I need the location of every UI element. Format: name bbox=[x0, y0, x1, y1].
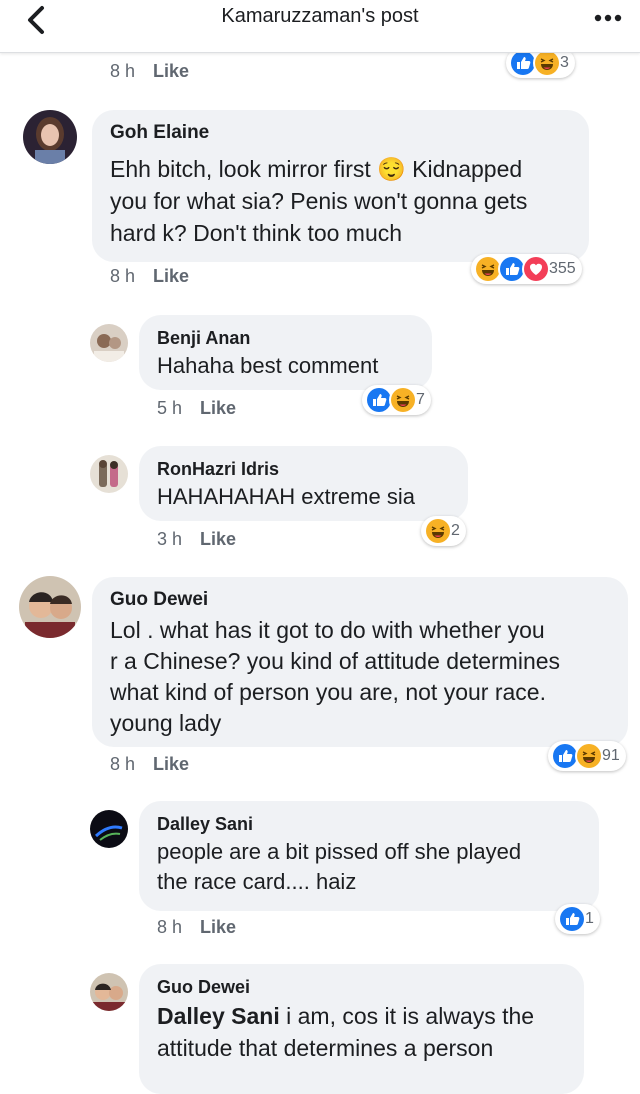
comment-line: people are a bit pissed off she played bbox=[157, 839, 522, 864]
comment-meta: 3 h Like bbox=[157, 529, 236, 550]
comment-bubble: Guo Dewei Dalley Sani i am, cos it is al… bbox=[139, 964, 584, 1094]
haha-reaction-icon bbox=[533, 49, 561, 77]
comment-line: HAHAHAHAH extreme sia bbox=[157, 484, 415, 509]
more-options-button[interactable] bbox=[592, 8, 626, 28]
comment-meta: 8 h Like bbox=[110, 754, 189, 775]
comment-time: 8 h bbox=[110, 61, 136, 81]
avatar[interactable] bbox=[23, 110, 77, 164]
comment-line: Hahaha best comment bbox=[157, 353, 379, 378]
comment-meta: 8 h Like bbox=[157, 917, 236, 938]
avatar[interactable] bbox=[90, 973, 128, 1011]
reaction-count: 3 bbox=[560, 54, 569, 71]
comment-author[interactable]: Goh Elaine bbox=[110, 122, 571, 144]
comment-author[interactable]: Dalley Sani bbox=[157, 814, 581, 835]
comment-text: Hahaha best comment bbox=[157, 351, 414, 381]
like-button[interactable]: Like bbox=[153, 754, 189, 774]
comment-text: Ehh bitch, look mirror first 😌 Kidnapped… bbox=[110, 153, 571, 249]
comment-bubble: RonHazri Idris HAHAHAHAH extreme sia bbox=[139, 446, 468, 521]
reaction-count: 2 bbox=[451, 522, 460, 539]
comment-line: young lady bbox=[110, 710, 222, 736]
comment-meta: 5 h Like bbox=[157, 398, 236, 419]
comment-line: hard k? Don't think too much bbox=[110, 220, 403, 246]
comment-line: Dalley Sani i am, cos it is always the bbox=[157, 1000, 566, 1032]
love-reaction-icon bbox=[522, 255, 550, 283]
comment-text: Dalley Sani i am, cos it is always the a… bbox=[157, 1000, 566, 1064]
avatar[interactable] bbox=[90, 455, 128, 493]
comment-line: attitude that determines a person bbox=[157, 1035, 494, 1061]
comment-meta: 8 h Like bbox=[110, 266, 189, 287]
avatar[interactable] bbox=[90, 324, 128, 362]
comment-author[interactable]: Guo Dewei bbox=[110, 589, 610, 611]
comment-time: 8 h bbox=[157, 917, 183, 937]
reaction-count: 7 bbox=[416, 391, 425, 408]
reaction-count: 91 bbox=[602, 747, 620, 764]
comment-author[interactable]: Benji Anan bbox=[157, 328, 414, 349]
reaction-summary[interactable]: 1 bbox=[555, 904, 600, 934]
comment-line: what kind of person you are, not your ra… bbox=[110, 679, 546, 705]
comment-line: the race card.... haiz bbox=[157, 869, 357, 894]
reaction-count: 355 bbox=[549, 260, 576, 277]
haha-reaction-icon bbox=[575, 742, 603, 770]
reaction-summary[interactable]: 2 bbox=[421, 516, 466, 546]
comment-text: Lol . what has it got to do with whether… bbox=[110, 615, 610, 739]
comment-text: people are a bit pissed off she played t… bbox=[157, 837, 581, 897]
comment-time: 8 h bbox=[110, 754, 136, 774]
comment-line: you for what sia? Penis won't gonna gets bbox=[110, 188, 528, 214]
top-bar: Kamaruzzaman's post bbox=[0, 0, 640, 53]
like-reaction-icon bbox=[558, 905, 586, 933]
comment-line: r a Chinese? you kind of attitude determ… bbox=[110, 648, 561, 674]
comment-bubble: Goh Elaine Ehh bitch, look mirror first … bbox=[92, 110, 589, 262]
reaction-summary[interactable]: 91 bbox=[548, 741, 626, 771]
like-button[interactable]: Like bbox=[200, 398, 236, 418]
comment-author[interactable]: Guo Dewei bbox=[157, 977, 566, 998]
like-button[interactable]: Like bbox=[200, 917, 236, 937]
avatar[interactable] bbox=[19, 576, 81, 638]
comment-bubble: Benji Anan Hahaha best comment bbox=[139, 315, 432, 390]
reaction-summary[interactable]: 355 bbox=[471, 254, 582, 284]
like-button[interactable]: Like bbox=[153, 61, 189, 81]
haha-reaction-icon bbox=[424, 517, 452, 545]
comment-bubble: Dalley Sani people are a bit pissed off … bbox=[139, 801, 599, 911]
comment-time: 5 h bbox=[157, 398, 183, 418]
comment-line-rest: i am, cos it is always the bbox=[279, 1003, 535, 1029]
page-title: Kamaruzzaman's post bbox=[221, 5, 419, 27]
comment-time: 3 h bbox=[157, 529, 183, 549]
more-dots-icon bbox=[594, 14, 622, 22]
comment-bubble: Guo Dewei Lol . what has it got to do wi… bbox=[92, 577, 628, 747]
reaction-summary[interactable]: 7 bbox=[362, 385, 431, 415]
comment-text: HAHAHAHAH extreme sia bbox=[157, 482, 450, 512]
comment-author[interactable]: RonHazri Idris bbox=[157, 459, 450, 480]
comment-time: 8 h bbox=[110, 266, 136, 286]
mention-link[interactable]: Dalley Sani bbox=[157, 1003, 280, 1029]
haha-reaction-icon bbox=[389, 386, 417, 414]
comment-meta: 8 h Like bbox=[110, 61, 189, 82]
comment-line: Ehh bitch, look mirror first 😌 Kidnapped bbox=[110, 156, 523, 182]
comment-line: Lol . what has it got to do with whether… bbox=[110, 617, 545, 643]
avatar[interactable] bbox=[90, 810, 128, 848]
like-button[interactable]: Like bbox=[153, 266, 189, 286]
like-button[interactable]: Like bbox=[200, 529, 236, 549]
reaction-count: 1 bbox=[585, 910, 594, 927]
